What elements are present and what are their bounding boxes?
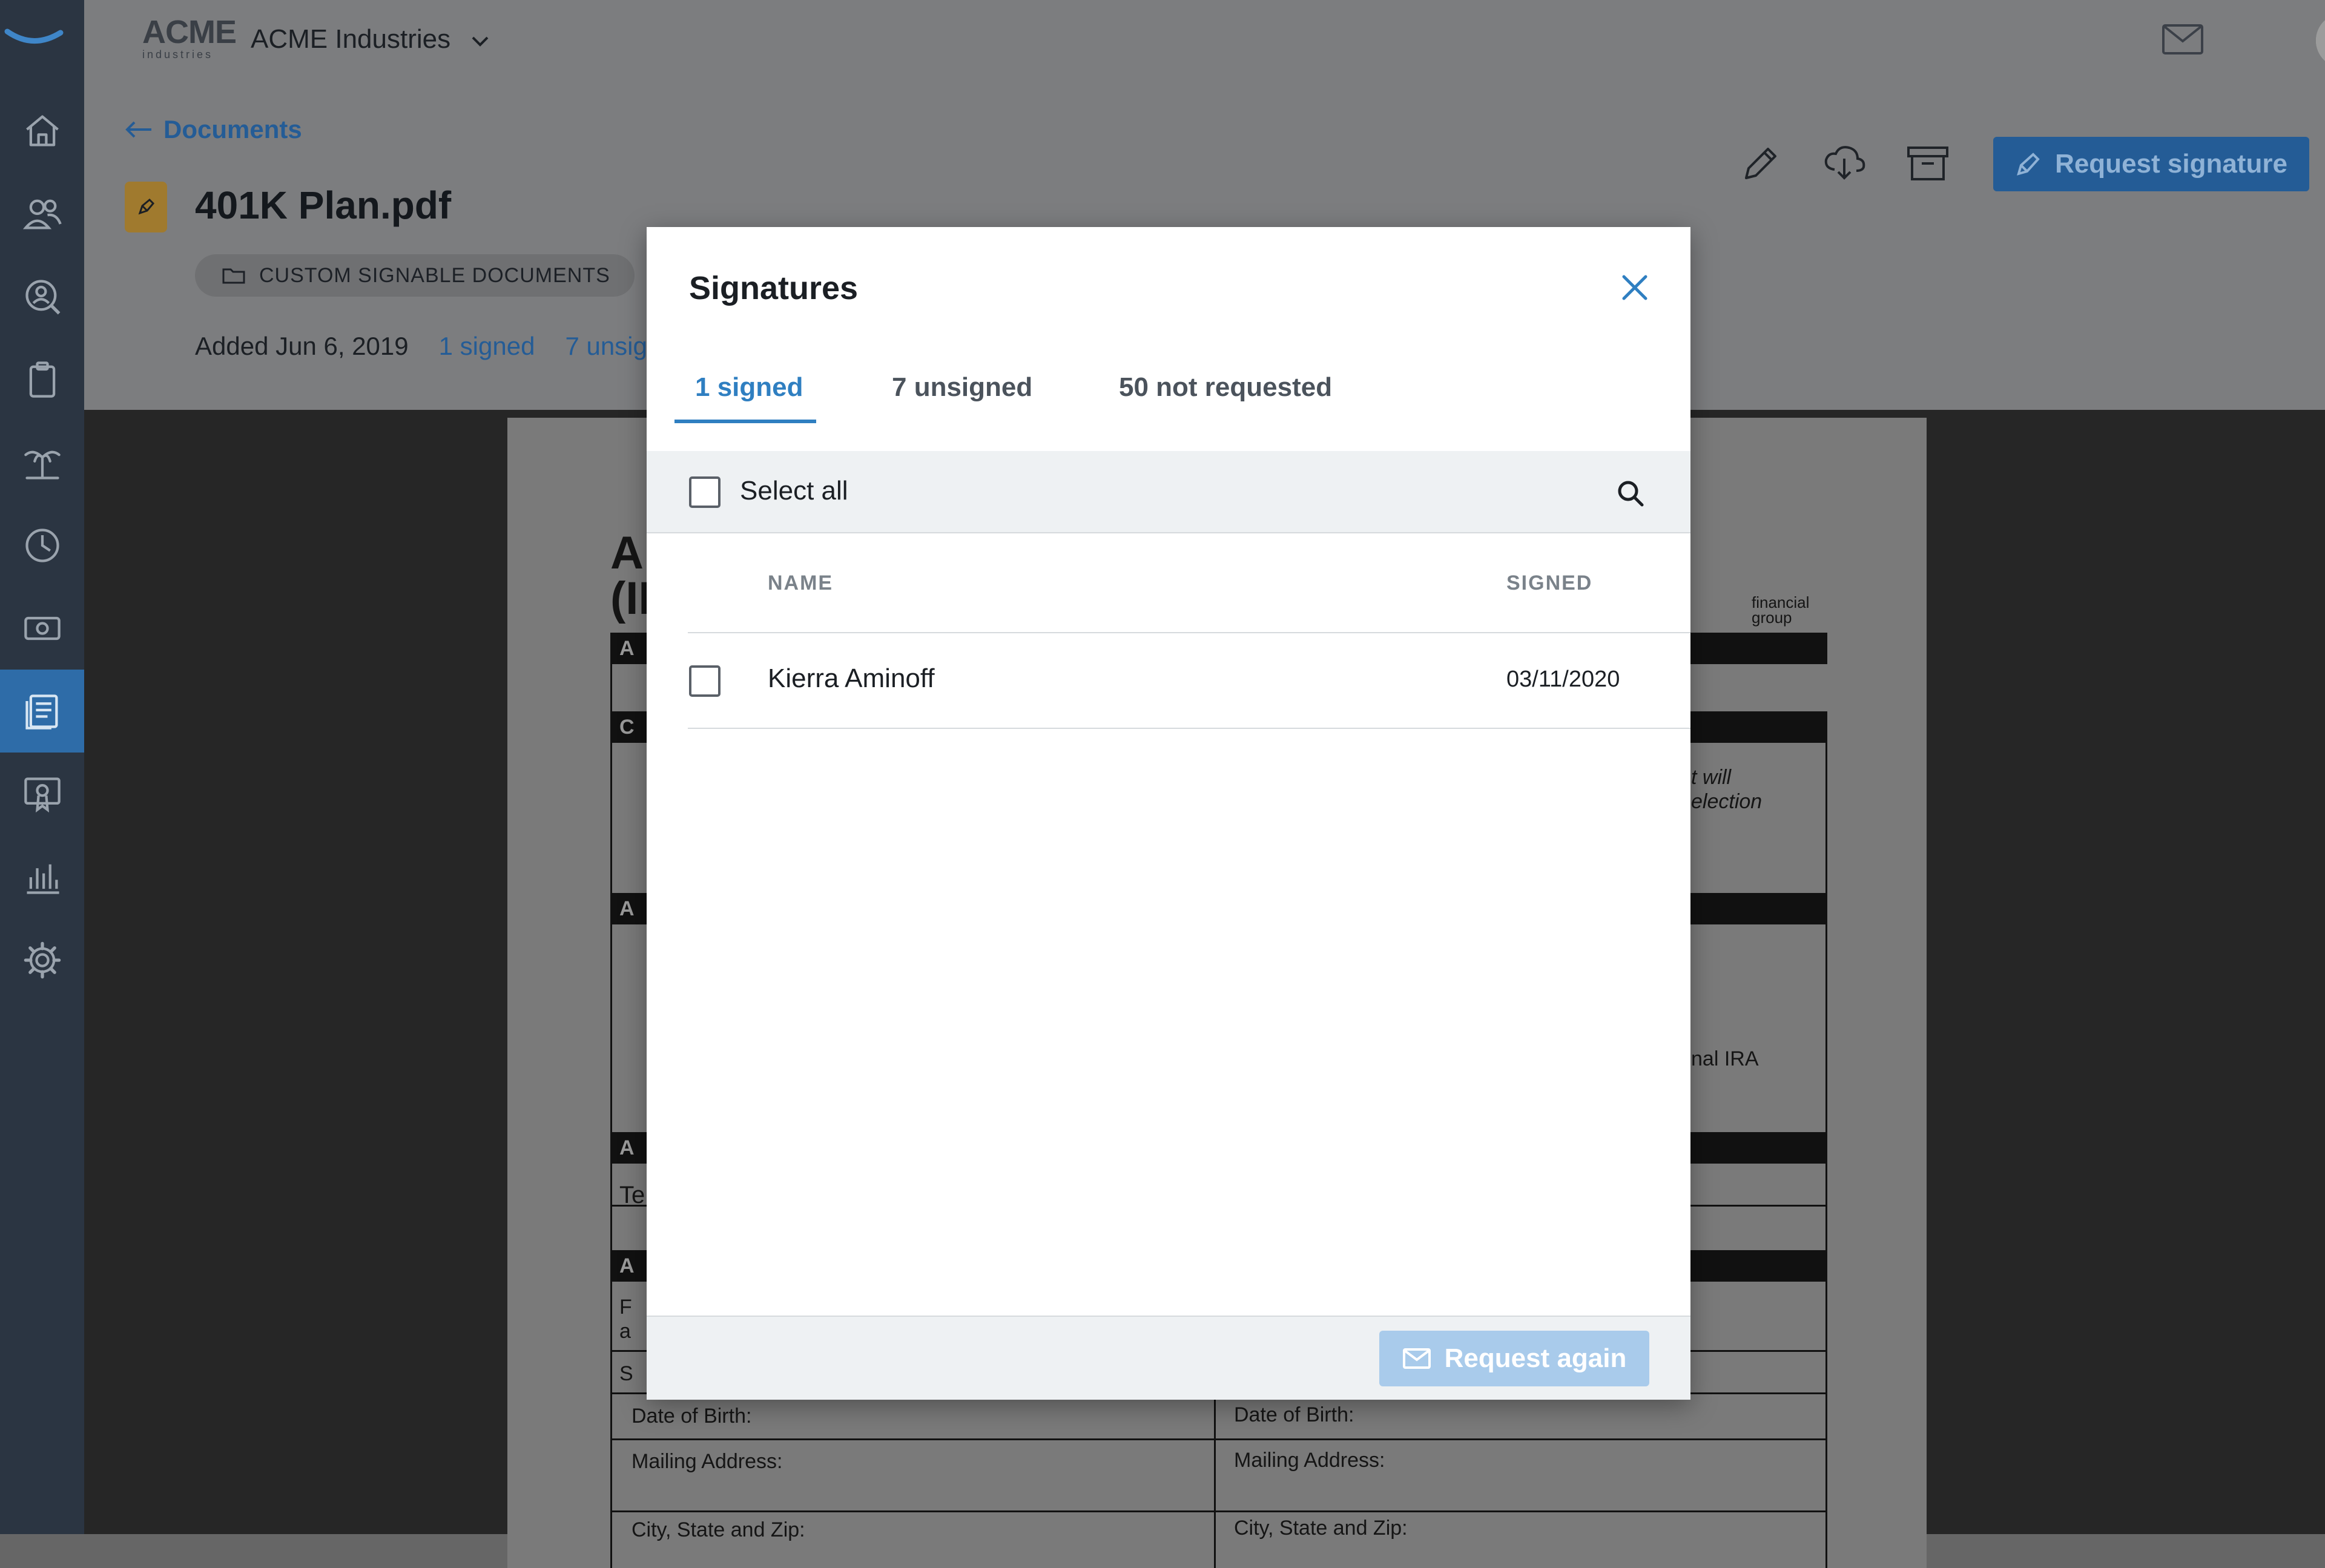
close-icon[interactable] xyxy=(1617,269,1653,306)
signed-date: 03/11/2020 xyxy=(1506,667,1620,692)
mail-icon[interactable] xyxy=(2161,22,2205,58)
pdf-section-label: C xyxy=(619,716,635,739)
reports-icon xyxy=(27,864,59,894)
pdf-section-label: A xyxy=(619,897,635,920)
pdf-mail-right: Mailing Address: xyxy=(1234,1449,1385,1472)
pdf-dob-right: Date of Birth: xyxy=(1234,1403,1354,1426)
pdf-left-border xyxy=(610,633,612,1568)
folder-label: CUSTOM SIGNABLE DOCUMENTS xyxy=(259,263,610,287)
chevron-down-icon[interactable] xyxy=(469,30,491,52)
money-icon xyxy=(24,616,61,640)
home-icon xyxy=(25,115,59,146)
pdf-text-f: F xyxy=(619,1296,632,1319)
download-icon[interactable] xyxy=(1821,140,1867,186)
signed-link[interactable]: 1 signed xyxy=(439,332,535,361)
page-title: 401K Plan.pdf xyxy=(195,183,452,227)
app-logo[interactable] xyxy=(0,0,84,84)
sidebar-item-payroll[interactable] xyxy=(0,587,84,670)
pdf-mail-left: Mailing Address: xyxy=(632,1450,783,1473)
clipboard-icon xyxy=(29,361,55,398)
pdf-rule xyxy=(610,1438,1827,1440)
clock-icon xyxy=(25,528,59,562)
sidebar-item-training[interactable] xyxy=(0,753,84,835)
pdf-right-border xyxy=(1825,711,1827,1568)
sidebar-item-settings[interactable] xyxy=(0,918,84,1001)
signer-name: Kierra Aminoff xyxy=(768,664,935,693)
pdf-note-2: election xyxy=(1691,790,1763,813)
pdf-city-right: City, State and Zip: xyxy=(1234,1517,1408,1540)
pencil-icon[interactable] xyxy=(1738,140,1784,186)
pdf-heading-2: (II xyxy=(610,573,651,624)
app-logo-icon xyxy=(4,28,64,44)
arrow-left-icon xyxy=(125,121,151,138)
active-tab-indicator xyxy=(674,420,816,423)
modal-title: Signatures xyxy=(689,270,859,306)
sidebar-item-home[interactable] xyxy=(0,89,84,172)
avatar[interactable] xyxy=(2316,13,2325,68)
pdf-note-1: t will xyxy=(1691,766,1732,789)
sidebar xyxy=(0,0,84,1534)
top-bar: ACME industries ACME Industries xyxy=(84,0,2325,86)
request-signature-button[interactable]: Request signature xyxy=(1993,137,2309,191)
signable-document-icon xyxy=(125,182,167,232)
request-again-label: Request again xyxy=(1444,1343,1627,1373)
avatar-image xyxy=(2316,13,2325,68)
tab-signed[interactable]: 1 signed xyxy=(695,372,803,403)
pdf-city-left: City, State and Zip: xyxy=(632,1518,805,1541)
certificate-icon xyxy=(24,777,61,812)
row-checkbox[interactable] xyxy=(689,665,721,697)
sidebar-item-clipboard[interactable] xyxy=(0,338,84,421)
pdf-text-a: a xyxy=(619,1320,631,1343)
sidebar-item-people[interactable] xyxy=(0,172,84,255)
pdf-heading: A xyxy=(610,527,644,579)
pdf-text-s: S xyxy=(619,1362,633,1385)
pdf-dob-left: Date of Birth: xyxy=(632,1405,752,1428)
pdf-section-label: A xyxy=(619,1254,635,1277)
person-search-icon xyxy=(25,279,61,315)
added-date: Added Jun 6, 2019 xyxy=(195,332,409,360)
pdf-section-label: A xyxy=(619,637,635,660)
request-signature-label: Request signature xyxy=(2055,149,2287,179)
unsigned-link[interactable]: 7 unsig xyxy=(565,332,647,361)
people-icon xyxy=(22,199,62,229)
company-name[interactable]: ACME Industries xyxy=(251,24,450,54)
column-header-name[interactable]: NAME xyxy=(768,572,833,595)
select-all-checkbox[interactable] xyxy=(689,476,721,508)
tab-unsigned[interactable]: 7 unsigned xyxy=(892,372,1032,403)
archive-icon[interactable] xyxy=(1905,140,1951,186)
search-icon[interactable] xyxy=(1615,478,1646,509)
tab-not-requested[interactable]: 50 not requested xyxy=(1119,372,1332,403)
pdf-note-ira: nal IRA xyxy=(1691,1047,1759,1070)
company-logo-sub: industries xyxy=(142,48,214,61)
request-again-button[interactable]: Request again xyxy=(1379,1331,1649,1386)
pdf-section-label: A xyxy=(619,1136,635,1159)
pdf-brand-small-2: group xyxy=(1752,608,1792,627)
pdf-rule xyxy=(610,1510,1827,1512)
documents-icon xyxy=(25,694,58,730)
select-all-label: Select all xyxy=(740,476,848,506)
settings-icon xyxy=(24,941,61,978)
table-divider xyxy=(688,728,1690,729)
folder-icon xyxy=(222,268,245,284)
company-logo: ACME industries xyxy=(142,14,237,64)
table-divider xyxy=(688,632,1690,633)
back-to-documents-link[interactable]: Documents xyxy=(124,115,302,144)
document-meta: Added Jun 6, 2019 1 signed 7 unsig xyxy=(195,332,647,361)
sidebar-item-reports[interactable] xyxy=(0,835,84,918)
company-logo-text: ACME xyxy=(142,14,237,50)
signatures-modal: Signatures 1 signed 7 unsigned 50 not re… xyxy=(647,227,1690,1400)
sidebar-item-time[interactable] xyxy=(0,504,84,587)
vacation-icon xyxy=(24,450,61,479)
folder-chip[interactable]: CUSTOM SIGNABLE DOCUMENTS xyxy=(195,254,635,297)
sidebar-item-documents[interactable] xyxy=(0,670,84,753)
pen-icon xyxy=(2017,153,2040,176)
column-header-signed[interactable]: SIGNED xyxy=(1506,572,1592,595)
sidebar-item-vacation[interactable] xyxy=(0,421,84,504)
mail-icon xyxy=(1402,1348,1431,1369)
back-link-label: Documents xyxy=(163,115,302,143)
sidebar-item-search-person[interactable] xyxy=(0,255,84,338)
